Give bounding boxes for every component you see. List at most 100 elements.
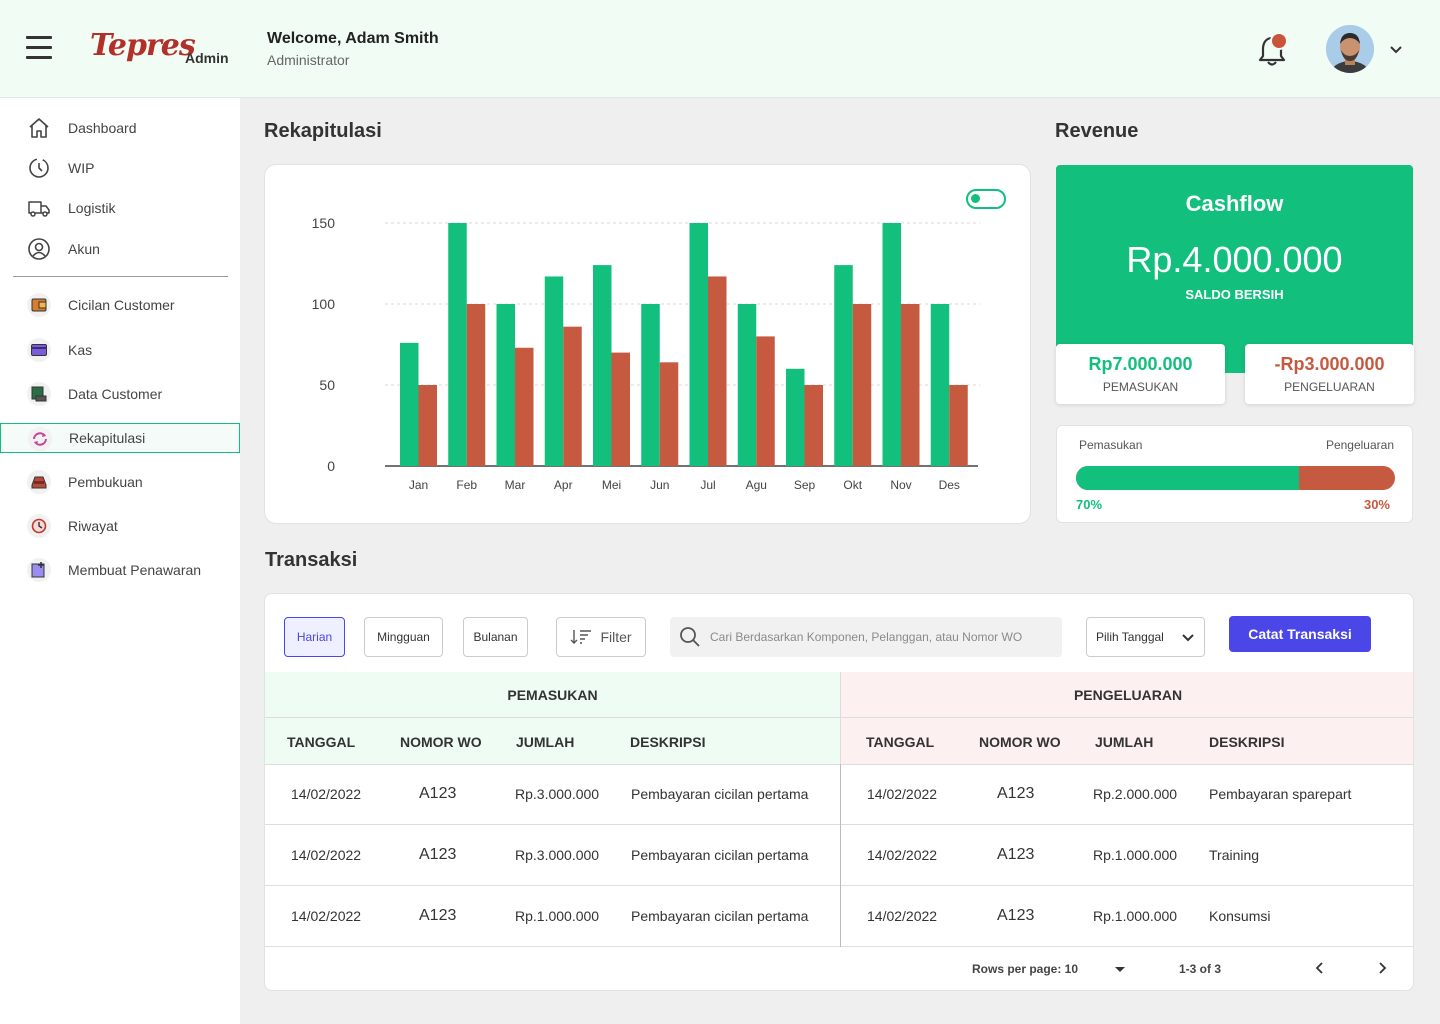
menu-icon[interactable]: [26, 36, 52, 60]
expense-wo[interactable]: A123: [997, 907, 1034, 925]
income-wo[interactable]: A123: [419, 846, 456, 864]
expense-description: Training: [1209, 847, 1260, 863]
sidebar-item-logistik[interactable]: Logistik: [0, 193, 240, 223]
sidebar-item-label: Kas: [68, 342, 93, 358]
top-header: Tepres Admin Welcome, Adam Smith Adminis…: [0, 0, 1440, 98]
sidebar-item-membuat-penawaran[interactable]: Membuat Penawaran: [0, 555, 240, 585]
x-tick-label: Jan: [409, 478, 428, 492]
expense-wo[interactable]: A123: [997, 785, 1034, 803]
ratio-bar-fill: [1076, 466, 1300, 490]
income-wo[interactable]: A123: [419, 907, 456, 925]
bar-mar-series-1: [496, 304, 515, 466]
bar-mar-series-2: [515, 347, 534, 466]
recap-icon: [28, 427, 52, 451]
transaction-card: Harian Mingguan Bulanan Filter Pilih Tan…: [264, 593, 1414, 991]
avatar[interactable]: [1326, 25, 1374, 73]
filter-mingguan-button[interactable]: Mingguan: [364, 617, 443, 657]
sidebar-item-wip[interactable]: WIP: [0, 153, 240, 183]
ratio-income-percent: 70%: [1076, 497, 1103, 512]
column-header[interactable]: NOMOR WO: [400, 734, 482, 750]
bar-mei-series-2: [611, 352, 630, 466]
sidebar-item-pembukuan[interactable]: Pembukuan: [0, 467, 240, 497]
column-header[interactable]: JUMLAH: [516, 734, 574, 750]
notification-badge: [1270, 32, 1288, 50]
filter-harian-button[interactable]: Harian: [284, 617, 345, 657]
search-box[interactable]: [670, 617, 1062, 657]
column-header[interactable]: JUMLAH: [1095, 734, 1153, 750]
expense-description: Konsumsi: [1209, 908, 1271, 924]
chart-card: 0 50 100 150 Jan Feb Mar Apr Mei Jun Jul Agu Sep Okt N…: [264, 164, 1031, 524]
truck-icon: [28, 201, 50, 217]
expense-wo[interactable]: A123: [997, 846, 1034, 864]
sort-icon: [570, 630, 592, 644]
sidebar-item-label: Dashboard: [68, 120, 137, 136]
expense-group-header: PENGELUARAN TANGGAL NOMOR WO JUMLAH DESK…: [840, 672, 1413, 764]
expense-date: 14/02/2022: [867, 908, 938, 924]
bar-feb-series-1: [448, 223, 467, 466]
rows-per-page: Rows per page: 10: [972, 962, 1079, 976]
catat-transaksi-button[interactable]: Catat Transaksi: [1229, 616, 1371, 652]
date-select[interactable]: Pilih Tanggal: [1086, 617, 1205, 657]
income-description: Pembayaran cicilan pertama: [631, 786, 809, 802]
bar-agu-series-1: [737, 304, 757, 466]
bar-agu-series-2: [756, 336, 775, 466]
sidebar-divider: [13, 276, 228, 277]
x-tick-label: Jun: [650, 478, 669, 492]
bar-des-series-1: [930, 304, 950, 466]
rows-per-page-dropdown-icon[interactable]: [1114, 966, 1126, 974]
column-header[interactable]: TANGGAL: [287, 734, 355, 750]
next-page-icon[interactable]: [1375, 961, 1389, 975]
chevron-down-icon[interactable]: [1388, 42, 1404, 58]
home-icon: [29, 118, 49, 138]
sidebar-item-cicilan-customer[interactable]: Cicilan Customer: [0, 290, 240, 320]
app-logo: Tepres: [90, 28, 196, 63]
filter-button[interactable]: Filter: [556, 617, 646, 657]
column-header[interactable]: NOMOR WO: [979, 734, 1061, 750]
revenue-title: Revenue: [1055, 120, 1139, 142]
expense-label: PENGELUARAN: [1284, 380, 1375, 394]
sidebar-item-akun[interactable]: Akun: [0, 234, 240, 264]
expense-group-title: PENGELUARAN: [841, 672, 1413, 718]
sidebar-item-kas[interactable]: Kas: [0, 335, 240, 365]
income-wo[interactable]: A123: [419, 785, 456, 803]
column-header[interactable]: TANGGAL: [866, 734, 934, 750]
bar-sep-series-2: [804, 385, 823, 466]
x-tick-label: Jul: [700, 478, 715, 492]
cashflow-card: Cashflow Rp.4.000.000 SALDO BERSIH: [1056, 165, 1413, 373]
bar-mei-series-1: [593, 265, 612, 466]
sidebar-item-label: Cicilan Customer: [68, 297, 175, 313]
x-tick-label: Mei: [602, 478, 621, 492]
sidebar-item-label: Rekapitulasi: [69, 430, 146, 446]
wip-icon: [29, 158, 49, 178]
income-amount: Rp7.000.000: [1088, 354, 1193, 374]
ratio-card: Pemasukan Pengeluaran 70% 30%: [1056, 425, 1413, 523]
sidebar-item-label: Akun: [68, 241, 100, 257]
x-tick-label: Sep: [794, 478, 816, 492]
ledger-icon: [27, 470, 51, 494]
sidebar-item-riwayat[interactable]: Riwayat: [0, 511, 240, 541]
ratio-expense-percent: 30%: [1363, 497, 1390, 512]
filter-bulanan-button[interactable]: Bulanan: [463, 617, 528, 657]
register-icon: [27, 382, 51, 406]
income-description: Pembayaran cicilan pertama: [631, 847, 809, 863]
bar-nov-series-2: [901, 304, 920, 466]
sidebar-item-label: Logistik: [68, 200, 116, 216]
prev-page-icon[interactable]: [1313, 961, 1327, 975]
bar-okt-series-2: [852, 304, 872, 466]
sidebar-item-label: WIP: [68, 160, 95, 176]
column-header[interactable]: DESKRIPSI: [1209, 734, 1284, 750]
column-header[interactable]: DESKRIPSI: [630, 734, 705, 750]
bar-jun-series-1: [641, 304, 660, 466]
pagination-range: 1-3 of 3: [1179, 962, 1222, 976]
chart-toggle[interactable]: [966, 189, 1006, 209]
x-tick-label: Okt: [843, 478, 862, 492]
x-tick-label: Feb: [456, 478, 477, 492]
search-input[interactable]: [710, 617, 1050, 657]
x-tick-label: Apr: [554, 478, 573, 492]
sidebar-item-label: Pembukuan: [68, 474, 143, 490]
sidebar-item-dashboard[interactable]: Dashboard: [0, 113, 240, 143]
sidebar-item-data-customer[interactable]: Data Customer: [0, 379, 240, 409]
y-tick-label: 100: [312, 296, 336, 312]
sidebar-item-rekapitulasi[interactable]: Rekapitulasi: [0, 423, 240, 453]
income-card: Rp7.000.000 PEMASUKAN: [1056, 344, 1225, 404]
